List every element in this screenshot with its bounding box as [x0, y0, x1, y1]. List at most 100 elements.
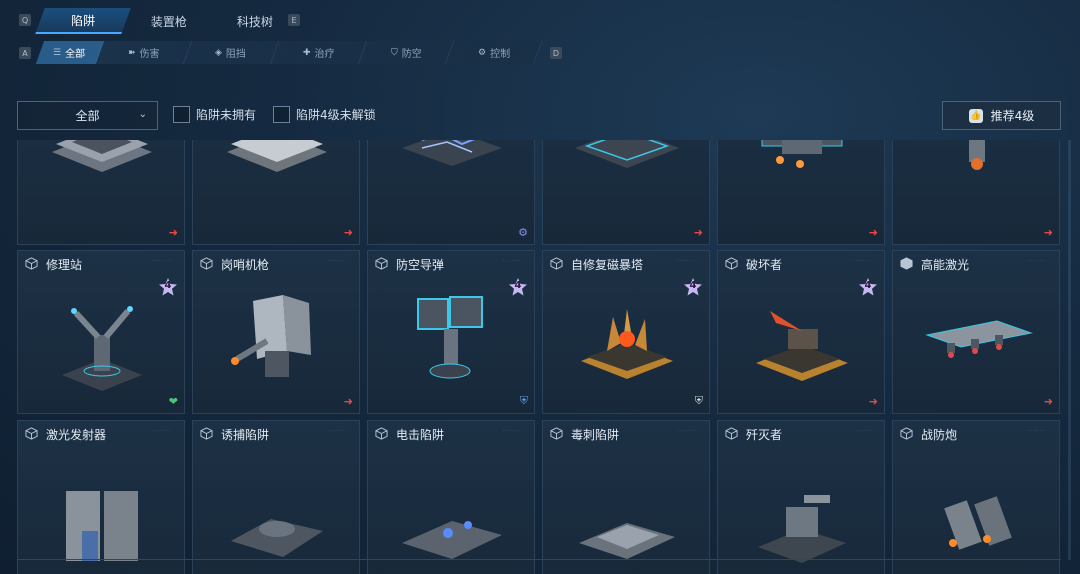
trap-art	[66, 491, 138, 561]
tab-tech-tree-label: 科技树	[236, 14, 273, 29]
checkbox-box[interactable]	[173, 106, 190, 123]
trap-card[interactable]: ➜	[17, 140, 185, 245]
trap-type-cube-icon	[900, 427, 913, 440]
checkbox-box[interactable]	[273, 106, 290, 123]
trap-type-cube-icon	[25, 257, 38, 270]
trap-art	[579, 523, 675, 559]
subtab-anti-air-label: 防空	[401, 49, 422, 60]
trap-art	[575, 140, 679, 168]
subtab-block[interactable]: ◈ 阻挡	[183, 41, 280, 64]
serial-code: · · · · · ·	[502, 258, 520, 263]
serial-code: · · · · · ·	[1027, 428, 1045, 433]
scrollbar[interactable]	[1068, 140, 1071, 560]
subtab-control[interactable]: ⚙ 控制	[446, 41, 543, 64]
trap-card-repair-station[interactable]: 修理站 · · · · · · 4 ❤	[17, 250, 185, 414]
trap-art	[231, 519, 323, 557]
trap-art	[231, 295, 311, 377]
serial-code: · · · · · ·	[327, 258, 345, 263]
trap-card-self-repair-tesla[interactable]: 自修复磁暴塔 · · · · · · 4 ⛨	[542, 250, 710, 414]
trap-card-poison-spike-trap[interactable]: 毒刺陷阱 · · · · · ·	[542, 420, 710, 574]
trap-name: 毒刺陷阱	[571, 428, 620, 442]
trap-name: 战防炮	[921, 428, 958, 442]
trap-art	[944, 496, 1012, 550]
trap-card-annihilator[interactable]: 歼灭者 · · · · · ·	[717, 420, 885, 574]
serial-code: · · · · · ·	[677, 428, 695, 433]
trap-art	[402, 140, 502, 166]
trap-card-anti-air-missile[interactable]: 防空导弹 · · · · · · 4 ⛨	[367, 250, 535, 414]
trap-name: 歼灭者	[746, 428, 783, 442]
trap-card-shock-trap[interactable]: 电击陷阱 · · · · · ·	[367, 420, 535, 574]
checkbox-level4-locked[interactable]: 陷阱4级未解锁	[273, 106, 376, 123]
damage-tag-icon: ➜	[1043, 395, 1053, 408]
subtab-control-label: 控制	[489, 49, 510, 60]
tab-turrets-label: 装置枪	[150, 14, 187, 29]
trap-card-destroyer[interactable]: 破坏者 · · · · · · 4 ➜	[717, 250, 885, 414]
trap-art	[581, 309, 673, 379]
serial-code: · · · · · ·	[677, 258, 695, 263]
control-icon: ⚙	[477, 47, 486, 58]
trap-name: 修理站	[46, 258, 83, 272]
trap-art	[756, 311, 848, 381]
recommend-label: 推荐4级	[990, 109, 1035, 123]
trap-art	[761, 140, 843, 168]
trap-type-cube-icon	[375, 257, 388, 270]
gear-icon: ⚙	[518, 226, 528, 239]
subtab-block-label: 阻挡	[226, 49, 247, 60]
trap-art	[969, 140, 985, 170]
trap-card[interactable]: ➜	[717, 140, 885, 245]
serial-code: · · · · · ·	[502, 428, 520, 433]
trap-card-lure-trap[interactable]: 诱捕陷阱 · · · · · ·	[192, 420, 360, 574]
damage-tag-icon: ➜	[1043, 226, 1053, 239]
type-filter-tabs: ☰ 全部 ➽ 伤害 ◈ 阻挡 ✚ 治疗 ⛉ 防空 ⚙ 控制	[35, 41, 543, 64]
trap-card[interactable]: ➜	[892, 140, 1060, 245]
trap-type-cube-icon	[725, 427, 738, 440]
serial-code: · · · · · ·	[852, 428, 870, 433]
recommend-level4-button[interactable]: 👍 推荐4级	[942, 101, 1061, 130]
subtab-all-label: 全部	[65, 49, 86, 60]
subtab-heal[interactable]: ✚ 治疗	[271, 41, 367, 64]
chevron-down-icon: ⌄	[138, 109, 147, 120]
key-hint-a: A	[19, 47, 31, 59]
subtab-anti-air[interactable]: ⛉ 防空	[358, 41, 455, 64]
trap-grid: ➜ ➜ ⚙ ➜ ➜ ➜ 修理站 · · · · · · 4 ❤ 岗哨机枪 · ·…	[17, 140, 1061, 574]
damage-tag-icon: ➜	[693, 226, 703, 239]
trap-card[interactable]: ➜	[192, 140, 360, 245]
thumbs-up-icon: 👍	[968, 108, 983, 123]
tab-turrets[interactable]: 装置枪	[121, 8, 216, 34]
damage-tag-icon: ➜	[168, 226, 178, 239]
trap-name: 激光发射器	[46, 428, 107, 442]
trap-name: 自修复磁暴塔	[571, 258, 644, 272]
tab-tech-tree[interactable]: 科技树	[207, 8, 302, 34]
block-icon: ◈	[215, 47, 223, 58]
trap-card-laser-emitter[interactable]: 激光发射器 · · · · · ·	[17, 420, 185, 574]
key-hint-q: Q	[19, 14, 31, 26]
subtab-all[interactable]: ☰ 全部	[35, 41, 105, 64]
trap-name: 电击陷阱	[396, 428, 445, 442]
block-tag-icon: ⛨	[694, 394, 703, 407]
trap-card-sentry-gun[interactable]: 岗哨机枪 · · · · · · ➜	[192, 250, 360, 414]
trap-name: 岗哨机枪	[221, 258, 270, 272]
damage-icon: ➽	[127, 47, 136, 58]
subtab-heal-label: 治疗	[314, 49, 335, 60]
filter-dropdown-value: 全部	[75, 109, 100, 123]
checkbox-unowned-label: 陷阱未拥有	[196, 108, 257, 122]
key-hint-d: D	[550, 47, 562, 59]
trap-card-anti-tank-cannon[interactable]: 战防炮 · · · · · ·	[892, 420, 1060, 574]
trap-card[interactable]: ⚙	[367, 140, 535, 245]
trap-name: 防空导弹	[396, 258, 445, 272]
trap-card-high-energy-laser[interactable]: 高能激光 · · · · · · ➜	[892, 250, 1060, 414]
trap-art	[758, 495, 846, 563]
trap-type-cube-icon	[725, 257, 738, 270]
trap-name: 高能激光	[921, 258, 970, 272]
serial-code: · · · · · ·	[852, 258, 870, 263]
trap-card[interactable]: ➜	[542, 140, 710, 245]
trap-type-cube-icon	[900, 257, 913, 270]
filter-dropdown[interactable]: 全部 ⌄	[17, 101, 158, 130]
serial-code: · · · · · ·	[152, 258, 170, 263]
checkbox-unowned[interactable]: 陷阱未拥有	[173, 106, 256, 123]
subtab-damage[interactable]: ➽ 伤害	[95, 41, 192, 64]
serial-code: · · · · · ·	[152, 428, 170, 433]
tab-traps[interactable]: 陷阱	[35, 8, 131, 34]
trap-art	[62, 306, 142, 391]
serial-code: · · · · · ·	[327, 428, 345, 433]
